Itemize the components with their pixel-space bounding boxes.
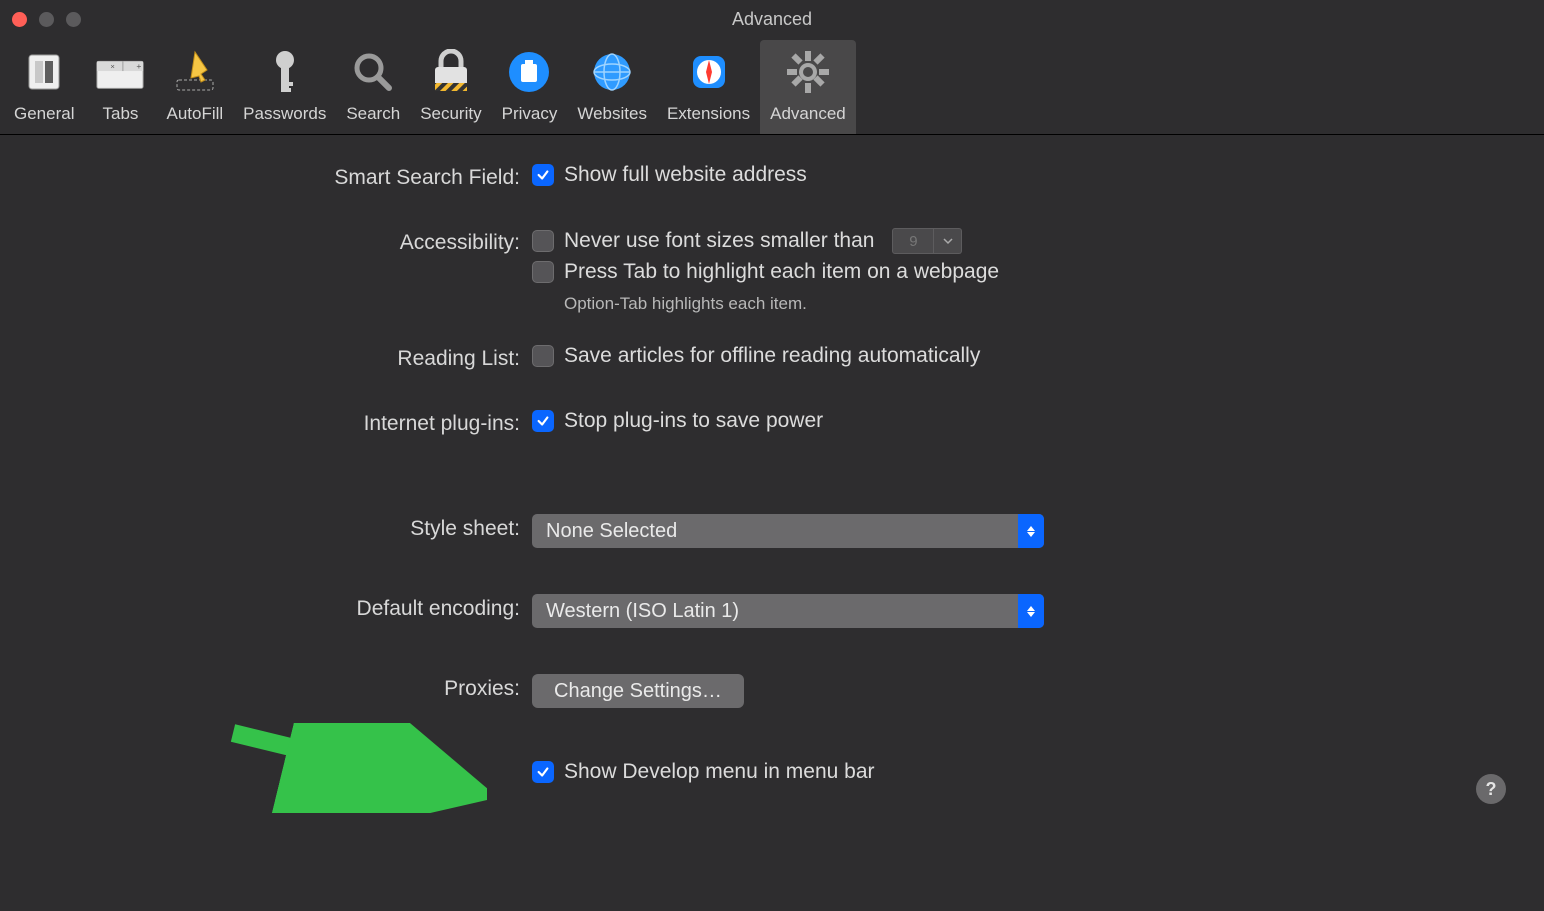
select-caret-icon [1018, 594, 1044, 628]
never-smaller-font-checkbox[interactable] [532, 230, 554, 252]
tabs-icon: ×+ [94, 46, 146, 98]
autofill-icon [169, 46, 221, 98]
press-tab-highlight-checkbox[interactable] [532, 261, 554, 283]
style-sheet-label: Style sheet: [30, 514, 532, 541]
search-icon [347, 46, 399, 98]
advanced-icon [782, 46, 834, 98]
svg-text:+: + [137, 61, 142, 71]
tab-autofill[interactable]: AutoFill [156, 40, 233, 134]
websites-icon [586, 46, 638, 98]
zoom-window-button[interactable] [66, 12, 81, 27]
proxies-label: Proxies: [30, 674, 532, 701]
show-full-address-checkbox[interactable] [532, 164, 554, 186]
window-title: Advanced [732, 9, 812, 30]
smart-search-label: Smart Search Field: [30, 163, 532, 190]
show-develop-menu-checkbox[interactable] [532, 761, 554, 783]
tab-advanced[interactable]: Advanced [760, 40, 856, 134]
plugins-label: Internet plug-ins: [30, 409, 532, 436]
default-encoding-select[interactable]: Western (ISO Latin 1) [532, 594, 1044, 628]
extensions-icon [683, 46, 735, 98]
change-proxy-settings-label: Change Settings… [554, 680, 722, 703]
default-encoding-label: Default encoding: [30, 594, 532, 621]
press-tab-highlight-label: Press Tab to highlight each item on a we… [564, 260, 999, 284]
title-bar: Advanced [0, 0, 1544, 38]
window-controls [12, 12, 81, 27]
reading-list-label: Reading List: [30, 344, 532, 371]
min-font-size-field[interactable]: 9 [892, 228, 934, 254]
select-caret-icon [1018, 514, 1044, 548]
save-offline-label: Save articles for offline reading automa… [564, 344, 980, 368]
tab-search[interactable]: Search [336, 40, 410, 134]
tab-extensions[interactable]: Extensions [657, 40, 760, 134]
preferences-toolbar: General ×+ Tabs AutoFill Passwords Searc… [0, 38, 1544, 135]
tab-passwords[interactable]: Passwords [233, 40, 336, 134]
develop-spacer [30, 760, 532, 763]
minimize-window-button[interactable] [39, 12, 54, 27]
tab-tabs[interactable]: ×+ Tabs [84, 40, 156, 134]
advanced-preferences-content: Smart Search Field: Show full website ad… [0, 135, 1544, 826]
help-button[interactable]: ? [1476, 774, 1506, 804]
tab-label: Search [346, 104, 400, 124]
never-smaller-font-label: Never use font sizes smaller than [564, 229, 874, 253]
show-develop-menu-label: Show Develop menu in menu bar [564, 760, 875, 784]
save-offline-checkbox[interactable] [532, 345, 554, 367]
help-label: ? [1486, 779, 1497, 800]
tab-websites[interactable]: Websites [567, 40, 657, 134]
stop-plugins-label: Stop plug-ins to save power [564, 409, 823, 433]
tab-label: AutoFill [166, 104, 223, 124]
tab-label: Extensions [667, 104, 750, 124]
min-font-size-stepper[interactable] [934, 228, 962, 254]
stop-plugins-checkbox[interactable] [532, 410, 554, 432]
close-window-button[interactable] [12, 12, 27, 27]
security-icon [425, 46, 477, 98]
option-tab-hint: Option-Tab highlights each item. [564, 294, 999, 314]
tab-label: Security [420, 104, 481, 124]
default-encoding-value: Western (ISO Latin 1) [546, 600, 739, 623]
change-proxy-settings-button[interactable]: Change Settings… [532, 674, 744, 708]
show-full-address-label: Show full website address [564, 163, 807, 187]
style-sheet-select[interactable]: None Selected [532, 514, 1044, 548]
tab-label: Privacy [502, 104, 558, 124]
tab-privacy[interactable]: Privacy [492, 40, 568, 134]
svg-text:×: × [111, 62, 116, 71]
tab-label: General [14, 104, 74, 124]
tab-label: Advanced [770, 104, 846, 124]
accessibility-label: Accessibility: [30, 228, 532, 255]
style-sheet-value: None Selected [546, 520, 677, 543]
tab-label: Passwords [243, 104, 326, 124]
tab-general[interactable]: General [4, 40, 84, 134]
general-icon [18, 46, 70, 98]
tab-security[interactable]: Security [410, 40, 491, 134]
passwords-icon [259, 46, 311, 98]
tab-label: Websites [577, 104, 647, 124]
tab-label: Tabs [103, 104, 139, 124]
privacy-icon [503, 46, 555, 98]
